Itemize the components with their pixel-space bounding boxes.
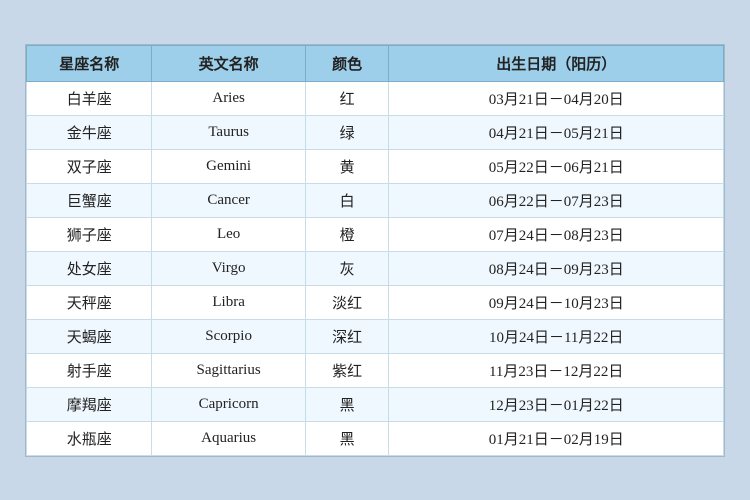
cell-date: 03月21日－04月20日 — [389, 81, 724, 115]
cell-cn: 射手座 — [27, 353, 152, 387]
cell-color: 橙 — [305, 217, 389, 251]
cell-color: 紫红 — [305, 353, 389, 387]
cell-cn: 水瓶座 — [27, 421, 152, 455]
cell-en: Leo — [152, 217, 305, 251]
cell-cn: 天蝎座 — [27, 319, 152, 353]
cell-cn: 处女座 — [27, 251, 152, 285]
cell-date: 08月24日－09月23日 — [389, 251, 724, 285]
table-row: 射手座Sagittarius紫红11月23日－12月22日 — [27, 353, 724, 387]
header-en: 英文名称 — [152, 45, 305, 81]
cell-color: 黑 — [305, 421, 389, 455]
cell-en: Taurus — [152, 115, 305, 149]
table-row: 白羊座Aries红03月21日－04月20日 — [27, 81, 724, 115]
cell-color: 黄 — [305, 149, 389, 183]
cell-date: 09月24日－10月23日 — [389, 285, 724, 319]
cell-date: 05月22日－06月21日 — [389, 149, 724, 183]
cell-en: Aquarius — [152, 421, 305, 455]
cell-en: Libra — [152, 285, 305, 319]
cell-en: Virgo — [152, 251, 305, 285]
cell-date: 01月21日－02月19日 — [389, 421, 724, 455]
zodiac-table: 星座名称 英文名称 颜色 出生日期（阳历） 白羊座Aries红03月21日－04… — [26, 45, 724, 456]
cell-cn: 双子座 — [27, 149, 152, 183]
header-cn: 星座名称 — [27, 45, 152, 81]
cell-cn: 金牛座 — [27, 115, 152, 149]
cell-date: 12月23日－01月22日 — [389, 387, 724, 421]
cell-en: Scorpio — [152, 319, 305, 353]
header-date: 出生日期（阳历） — [389, 45, 724, 81]
cell-cn: 巨蟹座 — [27, 183, 152, 217]
table-header-row: 星座名称 英文名称 颜色 出生日期（阳历） — [27, 45, 724, 81]
cell-en: Gemini — [152, 149, 305, 183]
zodiac-table-wrapper: 星座名称 英文名称 颜色 出生日期（阳历） 白羊座Aries红03月21日－04… — [25, 44, 725, 457]
cell-date: 07月24日－08月23日 — [389, 217, 724, 251]
cell-cn: 狮子座 — [27, 217, 152, 251]
cell-date: 06月22日－07月23日 — [389, 183, 724, 217]
table-body: 白羊座Aries红03月21日－04月20日金牛座Taurus绿04月21日－0… — [27, 81, 724, 455]
table-row: 天蝎座Scorpio深红10月24日－11月22日 — [27, 319, 724, 353]
cell-en: Sagittarius — [152, 353, 305, 387]
table-row: 天秤座Libra淡红09月24日－10月23日 — [27, 285, 724, 319]
cell-date: 04月21日－05月21日 — [389, 115, 724, 149]
cell-color: 红 — [305, 81, 389, 115]
cell-color: 灰 — [305, 251, 389, 285]
cell-en: Cancer — [152, 183, 305, 217]
table-row: 水瓶座Aquarius黑01月21日－02月19日 — [27, 421, 724, 455]
cell-date: 10月24日－11月22日 — [389, 319, 724, 353]
cell-en: Aries — [152, 81, 305, 115]
cell-en: Capricorn — [152, 387, 305, 421]
table-row: 巨蟹座Cancer白06月22日－07月23日 — [27, 183, 724, 217]
cell-date: 11月23日－12月22日 — [389, 353, 724, 387]
cell-color: 黑 — [305, 387, 389, 421]
cell-cn: 天秤座 — [27, 285, 152, 319]
table-row: 狮子座Leo橙07月24日－08月23日 — [27, 217, 724, 251]
cell-color: 白 — [305, 183, 389, 217]
cell-color: 淡红 — [305, 285, 389, 319]
table-row: 摩羯座Capricorn黑12月23日－01月22日 — [27, 387, 724, 421]
cell-cn: 白羊座 — [27, 81, 152, 115]
header-color: 颜色 — [305, 45, 389, 81]
table-row: 双子座Gemini黄05月22日－06月21日 — [27, 149, 724, 183]
cell-color: 深红 — [305, 319, 389, 353]
cell-color: 绿 — [305, 115, 389, 149]
table-row: 金牛座Taurus绿04月21日－05月21日 — [27, 115, 724, 149]
table-row: 处女座Virgo灰08月24日－09月23日 — [27, 251, 724, 285]
cell-cn: 摩羯座 — [27, 387, 152, 421]
